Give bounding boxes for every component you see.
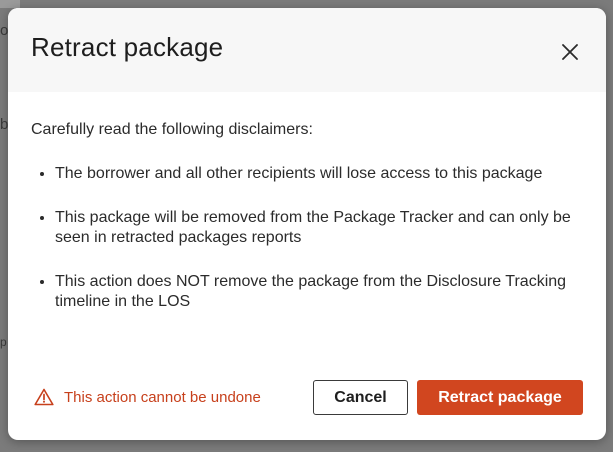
close-icon xyxy=(562,44,578,60)
disclaimer-intro: Carefully read the following disclaimers… xyxy=(31,121,313,138)
dialog-title: Retract package xyxy=(31,32,224,62)
disclaimer-item: This package will be removed from the Pa… xyxy=(55,208,576,248)
disclaimer-list: The borrower and all other recipients wi… xyxy=(31,164,576,312)
retract-package-button[interactable]: Retract package xyxy=(417,380,583,415)
dialog-header: Retract package xyxy=(8,8,606,92)
retract-package-dialog: Retract package Carefully read the follo… xyxy=(8,8,606,440)
cancel-button[interactable]: Cancel xyxy=(313,380,408,415)
background-page-text: p xyxy=(0,335,7,349)
warning-text: This action cannot be undone xyxy=(64,388,261,406)
dialog-body: Carefully read the following disclaimers… xyxy=(31,120,576,336)
warning-triangle-icon xyxy=(34,388,54,406)
disclaimer-item: This action does NOT remove the package … xyxy=(55,272,576,312)
background-page-fragment xyxy=(0,0,20,8)
disclaimer-item: The borrower and all other recipients wi… xyxy=(55,164,576,184)
undo-warning: This action cannot be undone xyxy=(34,388,261,406)
close-button[interactable] xyxy=(554,36,586,68)
